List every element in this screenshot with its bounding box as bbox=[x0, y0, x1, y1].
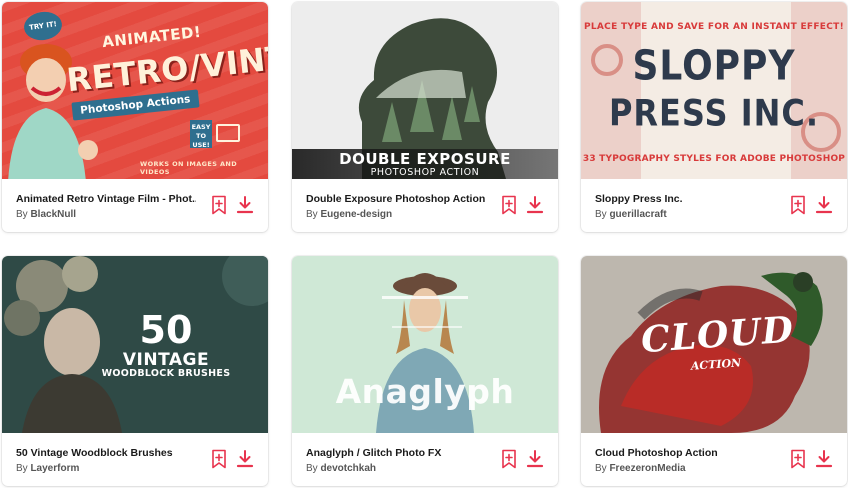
item-title[interactable]: 50 Vintage Woodblock Brushes bbox=[16, 447, 196, 459]
download-icon[interactable] bbox=[236, 449, 254, 469]
item-author[interactable]: By Eugene-design bbox=[306, 209, 486, 220]
item-author[interactable]: By guerillacraft bbox=[595, 209, 775, 220]
download-icon[interactable] bbox=[815, 449, 833, 469]
item-card[interactable]: DOUBLE EXPOSURE PHOTOSHOP ACTION Double … bbox=[292, 2, 558, 232]
item-meta: Anaglyph / Glitch Photo FX By devotchkah bbox=[292, 433, 558, 486]
item-author[interactable]: By Layerform bbox=[16, 463, 196, 474]
thumb-footer: WORKS ON IMAGES AND VIDEOS bbox=[140, 160, 238, 176]
author-prefix: By bbox=[16, 463, 28, 474]
thumb-subheading: WOODBLOCK BRUSHES bbox=[101, 368, 231, 379]
item-thumbnail[interactable]: Anaglyph bbox=[292, 256, 558, 433]
item-card[interactable]: Anaglyph Anaglyph / Glitch Photo FX By d… bbox=[292, 256, 558, 486]
item-thumbnail[interactable]: DOUBLE EXPOSURE PHOTOSHOP ACTION bbox=[292, 2, 558, 179]
bookmark-plus-icon[interactable] bbox=[210, 449, 228, 469]
bookmark-plus-icon[interactable] bbox=[500, 449, 518, 469]
film-icon bbox=[216, 124, 240, 142]
author-prefix: By bbox=[16, 209, 28, 220]
item-card[interactable]: 50 VINTAGE WOODBLOCK BRUSHES 50 Vintage … bbox=[2, 256, 268, 486]
item-meta: Cloud Photoshop Action By FreezeronMedia bbox=[581, 433, 847, 486]
item-card[interactable]: CLOUD ACTION Cloud Photoshop Action By F… bbox=[581, 256, 847, 486]
thumb-number: 50 bbox=[139, 308, 193, 352]
item-author[interactable]: By BlackNull bbox=[16, 209, 196, 220]
author-name[interactable]: Layerform bbox=[30, 463, 79, 474]
download-icon[interactable] bbox=[815, 195, 833, 215]
item-title[interactable]: Anaglyph / Glitch Photo FX bbox=[306, 447, 486, 459]
thumb-heading: VINTAGE bbox=[122, 350, 210, 370]
bookmark-plus-icon[interactable] bbox=[789, 195, 807, 215]
item-thumbnail[interactable]: TRY IT! ANIMATED! RETRO/VINTAGE Photosho… bbox=[2, 2, 268, 179]
item-meta: Animated Retro Vintage Film - Phot... By… bbox=[2, 179, 268, 232]
item-title[interactable]: Animated Retro Vintage Film - Phot... bbox=[16, 193, 196, 205]
bookmark-plus-icon[interactable] bbox=[210, 195, 228, 215]
author-prefix: By bbox=[595, 209, 607, 220]
thumb-footer: 33 TYPOGRAPHY STYLES FOR ADOBE PHOTOSHOP bbox=[582, 154, 846, 164]
author-name[interactable]: FreezeronMedia bbox=[609, 463, 685, 474]
thumb-heading: DOUBLE EXPOSURE bbox=[339, 150, 511, 168]
thumb-subheading: PHOTOSHOP ACTION bbox=[370, 167, 480, 178]
item-author[interactable]: By FreezeronMedia bbox=[595, 463, 775, 474]
author-name[interactable]: Eugene-design bbox=[320, 209, 392, 220]
item-meta: Double Exposure Photoshop Action By Euge… bbox=[292, 179, 558, 232]
author-name[interactable]: devotchkah bbox=[320, 463, 376, 474]
item-meta: Sloppy Press Inc. By guerillacraft bbox=[581, 179, 847, 232]
thumb-tagline: PLACE TYPE AND SAVE FOR AN INSTANT EFFEC… bbox=[583, 22, 844, 32]
download-icon[interactable] bbox=[526, 195, 544, 215]
item-card[interactable]: TRY IT! ANIMATED! RETRO/VINTAGE Photosho… bbox=[2, 2, 268, 232]
item-thumbnail[interactable]: CLOUD ACTION bbox=[581, 256, 847, 433]
item-author[interactable]: By devotchkah bbox=[306, 463, 486, 474]
item-meta: 50 Vintage Woodblock Brushes By Layerfor… bbox=[2, 433, 268, 486]
bookmark-plus-icon[interactable] bbox=[500, 195, 518, 215]
easy-badge: EASY TO USE! bbox=[190, 120, 212, 149]
thumb-heading: Anaglyph bbox=[335, 372, 515, 411]
item-card[interactable]: PLACE TYPE AND SAVE FOR AN INSTANT EFFEC… bbox=[581, 2, 847, 232]
thumb-heading-2: PRESS INC. bbox=[608, 91, 820, 135]
item-thumbnail[interactable]: PLACE TYPE AND SAVE FOR AN INSTANT EFFEC… bbox=[581, 2, 847, 179]
item-title[interactable]: Sloppy Press Inc. bbox=[595, 193, 775, 205]
author-prefix: By bbox=[595, 463, 607, 474]
item-title[interactable]: Cloud Photoshop Action bbox=[595, 447, 775, 459]
bookmark-plus-icon[interactable] bbox=[789, 449, 807, 469]
item-thumbnail[interactable]: 50 VINTAGE WOODBLOCK BRUSHES bbox=[2, 256, 268, 433]
thumb-heading: SLOPPY bbox=[632, 42, 796, 91]
item-title[interactable]: Double Exposure Photoshop Action bbox=[306, 193, 486, 205]
item-grid: TRY IT! ANIMATED! RETRO/VINTAGE Photosho… bbox=[0, 0, 848, 488]
download-icon[interactable] bbox=[236, 195, 254, 215]
author-prefix: By bbox=[306, 463, 318, 474]
author-name[interactable]: guerillacraft bbox=[609, 209, 666, 220]
author-prefix: By bbox=[306, 209, 318, 220]
download-icon[interactable] bbox=[526, 449, 544, 469]
author-name[interactable]: BlackNull bbox=[30, 209, 76, 220]
